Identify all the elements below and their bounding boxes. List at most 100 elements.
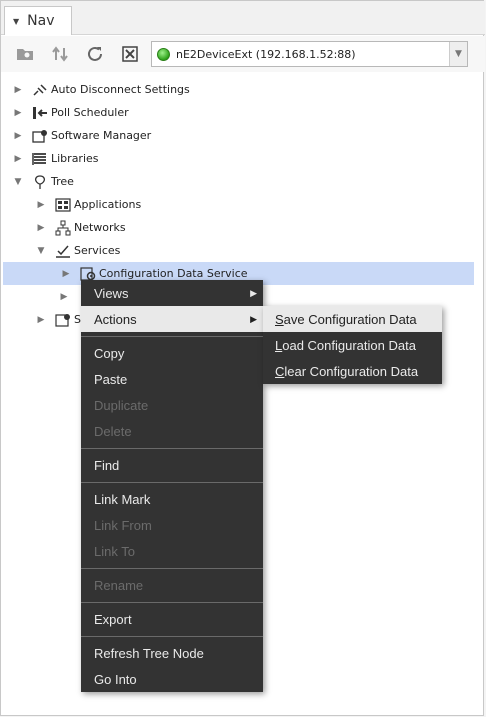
menu-item-rename: Rename [81, 572, 263, 598]
software-manager-icon [31, 128, 48, 144]
sync-arrows-icon[interactable] [48, 42, 72, 66]
nav-panel: ▼ Nav nE2DeviceExt (192.168.1.52:88) ▼ ▶… [0, 0, 486, 716]
menu-item-duplicate: Duplicate [81, 392, 263, 418]
tree-item-tree[interactable]: ▼ Tree [13, 170, 486, 193]
menu-item-label: Copy [94, 345, 125, 361]
networks-icon [54, 220, 71, 236]
menu-item-go-into[interactable]: Go Into [81, 666, 263, 692]
menu-item-label: Go Into [94, 671, 137, 687]
menu-item-label: ave Configuration Data [283, 311, 417, 327]
plug-disconnect-icon [31, 82, 48, 98]
menu-separator [81, 602, 263, 603]
menu-item-label: Export [94, 611, 132, 627]
collapse-arrow-icon[interactable]: ▼ [36, 246, 46, 256]
tree-item-label: Tree [51, 175, 74, 188]
tree-item-label: Services [74, 244, 121, 257]
submenu-arrow-icon: ▶ [250, 287, 257, 298]
tree-icon [31, 174, 48, 190]
expand-arrow-icon[interactable]: ▶ [36, 223, 46, 233]
tree-item-label: Libraries [51, 152, 99, 165]
tree-item-label: Networks [74, 221, 126, 234]
menu-item-clear-configuration-data[interactable]: Clear Configuration Data [263, 358, 442, 384]
menu-item-label: Link Mark [94, 491, 151, 507]
menu-item-link-from: Link From [81, 512, 263, 538]
menu-item-label: Link From [94, 517, 152, 533]
tree-item-label: Configuration Data Service [99, 267, 248, 280]
tab-nav-label: Nav [27, 13, 55, 29]
menu-item-label: Delete [94, 423, 132, 439]
mnemonic: L [275, 337, 283, 353]
applications-icon [54, 197, 71, 213]
menu-item-delete: Delete [81, 418, 263, 444]
tree-item-system[interactable]: ▶ S [36, 308, 81, 331]
libraries-icon [31, 151, 48, 167]
menu-item-link-mark[interactable]: Link Mark [81, 486, 263, 512]
tree-item-libraries[interactable]: ▶ Libraries [13, 147, 486, 170]
menu-item-export[interactable]: Export [81, 606, 263, 632]
system-icon [54, 312, 71, 328]
menu-item-label: Paste [94, 371, 128, 387]
chevron-down-icon[interactable]: ▼ [13, 17, 19, 26]
menu-item-load-configuration-data[interactable]: Load Configuration Data [263, 332, 442, 358]
collapse-arrow-icon[interactable]: ▼ [13, 177, 23, 187]
menu-item-label: lear Configuration Data [284, 363, 419, 379]
close-box-icon[interactable] [118, 42, 142, 66]
menu-separator [81, 636, 263, 637]
device-selector-value: nE2DeviceExt (192.168.1.52:88) [176, 47, 356, 61]
tree-item-software-manager[interactable]: ▶ Software Manager [13, 124, 486, 147]
dropdown-arrow-icon[interactable]: ▼ [449, 42, 467, 66]
tree-item-label: Applications [74, 198, 142, 211]
tree-item-label: Software Manager [51, 129, 152, 142]
expand-arrow-icon[interactable]: ▶ [36, 200, 46, 210]
menu-item-label: oad Configuration Data [282, 337, 416, 353]
mnemonic: C [275, 363, 285, 379]
expand-arrow-icon[interactable]: ▶ [59, 292, 69, 302]
tree-item-hidden[interactable]: ▶ [59, 285, 79, 308]
tab-nav[interactable]: ▼ Nav [4, 6, 72, 35]
menu-item-label: Duplicate [94, 397, 149, 413]
expand-arrow-icon[interactable]: ▶ [36, 315, 46, 325]
tree-item-applications[interactable]: ▶ Applications [36, 193, 486, 216]
tree-item-auto-disconnect[interactable]: ▶ Auto Disconnect Settings [13, 78, 486, 101]
menu-item-label: Link To [94, 543, 135, 559]
submenu-arrow-icon: ▶ [250, 313, 257, 324]
tree-item-poll-scheduler[interactable]: ▶ Poll Scheduler [13, 101, 486, 124]
tree-item-label: Auto Disconnect Settings [51, 83, 190, 96]
menu-item-label: Views [94, 285, 129, 301]
device-selector[interactable]: nE2DeviceExt (192.168.1.52:88) ▼ [151, 41, 468, 67]
expand-arrow-icon[interactable]: ▶ [13, 108, 23, 118]
menu-separator [81, 568, 263, 569]
services-icon [54, 243, 71, 259]
menu-separator [81, 336, 263, 337]
actions-submenu: Save Configuration Data Load Configurati… [263, 306, 442, 384]
poll-scheduler-icon [31, 105, 48, 121]
menu-item-label: Actions [94, 311, 137, 327]
tree-item-services[interactable]: ▼ Services [36, 239, 486, 262]
context-menu: Views ▶ Actions ▶ Copy Paste Duplicate D… [81, 280, 263, 692]
status-connected-icon [157, 47, 170, 61]
tree-item-label: Poll Scheduler [51, 106, 129, 119]
tree-item-networks[interactable]: ▶ Networks [36, 216, 486, 239]
menu-item-label: Rename [94, 577, 144, 593]
nav-toolbar: nE2DeviceExt (192.168.1.52:88) ▼ [1, 36, 485, 72]
menu-item-link-to: Link To [81, 538, 263, 564]
mnemonic: S [275, 311, 284, 327]
menu-separator [81, 482, 263, 483]
menu-item-save-configuration-data[interactable]: Save Configuration Data [263, 306, 442, 332]
expand-arrow-icon[interactable]: ▶ [61, 269, 71, 279]
expand-arrow-icon[interactable]: ▶ [13, 131, 23, 141]
menu-item-actions[interactable]: Actions ▶ [81, 306, 263, 332]
menu-item-find[interactable]: Find [81, 452, 263, 478]
menu-item-copy[interactable]: Copy [81, 340, 263, 366]
expand-arrow-icon[interactable]: ▶ [13, 154, 23, 164]
tree-item-label: S [74, 313, 81, 326]
menu-item-refresh-tree-node[interactable]: Refresh Tree Node [81, 640, 263, 666]
menu-item-label: Find [94, 457, 120, 473]
menu-item-views[interactable]: Views ▶ [81, 280, 263, 306]
open-folder-icon[interactable] [13, 42, 37, 66]
refresh-icon[interactable] [83, 42, 107, 66]
menu-item-label: Refresh Tree Node [94, 645, 204, 661]
menu-separator [81, 448, 263, 449]
menu-item-paste[interactable]: Paste [81, 366, 263, 392]
expand-arrow-icon[interactable]: ▶ [13, 85, 23, 95]
